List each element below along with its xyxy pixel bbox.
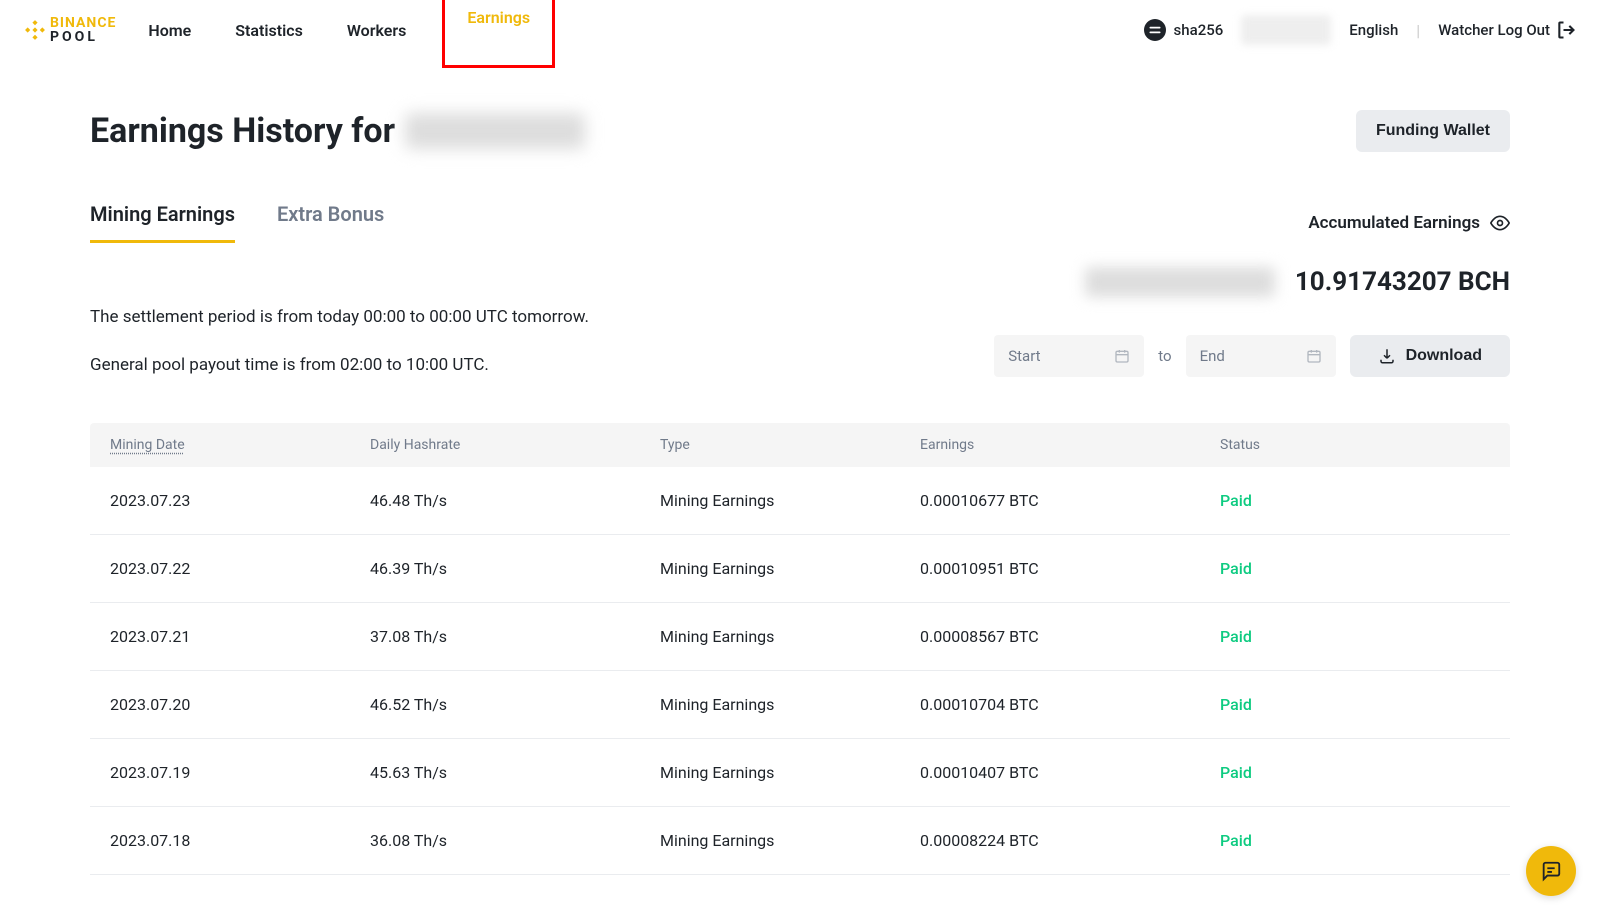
cell-hashrate: 46.48 Th/s — [370, 491, 660, 510]
algo-label: sha256 — [1174, 21, 1224, 39]
calendar-icon — [1306, 348, 1322, 364]
accumulated-earnings: Accumulated Earnings — [1308, 213, 1510, 233]
cell-type: Mining Earnings — [660, 763, 920, 782]
cell-date: 2023.07.22 — [110, 559, 370, 578]
logo-text-top: BINANCE — [50, 16, 116, 30]
info-controls-row: The settlement period is from today 00:0… — [90, 307, 1510, 403]
funding-wallet-button[interactable]: Funding Wallet — [1356, 110, 1510, 152]
cell-status: Paid — [1220, 491, 1370, 510]
eye-icon[interactable] — [1490, 213, 1510, 233]
cell-earnings: 0.00010677 BTC — [920, 491, 1220, 510]
main-nav: Home Statistics Workers Earnings — [140, 0, 555, 68]
accumulated-label: Accumulated Earnings — [1308, 213, 1480, 233]
start-placeholder: Start — [1008, 347, 1040, 365]
logout-label: Watcher Log Out — [1438, 21, 1550, 39]
download-label: Download — [1406, 347, 1482, 365]
title-prefix: Earnings History for — [90, 111, 395, 151]
logout-icon — [1556, 20, 1576, 40]
cell-status: Paid — [1220, 763, 1370, 782]
th-daily-hashrate: Daily Hashrate — [370, 437, 660, 453]
tab-mining-earnings[interactable]: Mining Earnings — [90, 202, 235, 243]
cell-type: Mining Earnings — [660, 491, 920, 510]
tab-extra-bonus[interactable]: Extra Bonus — [277, 202, 384, 243]
table-header: Mining Date Daily Hashrate Type Earnings… — [90, 423, 1510, 467]
cell-hashrate: 36.08 Th/s — [370, 831, 660, 850]
end-date-input[interactable]: End — [1186, 335, 1336, 377]
cell-status: Paid — [1220, 559, 1370, 578]
balance-bch: 10.91743207 BCH — [1295, 267, 1510, 297]
table-row: 2023.07.2346.48 Th/sMining Earnings0.000… — [90, 467, 1510, 535]
cell-type: Mining Earnings — [660, 831, 920, 850]
divider: | — [1416, 21, 1420, 40]
cell-hashrate: 46.52 Th/s — [370, 695, 660, 714]
balances-row: 10.91743207 BCH — [90, 267, 1510, 297]
nav-statistics[interactable]: Statistics — [227, 7, 311, 54]
cell-status: Paid — [1220, 695, 1370, 714]
table-row: 2023.07.2137.08 Th/sMining Earnings0.000… — [90, 603, 1510, 671]
chat-icon — [1540, 860, 1562, 882]
table-row: 2023.07.2046.52 Th/sMining Earnings0.000… — [90, 671, 1510, 739]
date-download-controls: Start to End Download — [994, 335, 1510, 377]
th-status: Status — [1220, 437, 1370, 453]
nav-earnings[interactable]: Earnings — [459, 0, 538, 41]
table-row: 2023.07.2246.39 Th/sMining Earnings0.000… — [90, 535, 1510, 603]
title-row: Earnings History for Funding Wallet — [90, 110, 1510, 152]
cell-date: 2023.07.20 — [110, 695, 370, 714]
nav-home[interactable]: Home — [140, 7, 199, 54]
page-title: Earnings History for — [90, 111, 585, 151]
info-text: The settlement period is from today 00:0… — [90, 307, 589, 403]
top-header: BINANCE POOL Home Statistics Workers Ear… — [0, 0, 1600, 60]
cell-type: Mining Earnings — [660, 695, 920, 714]
payout-info: General pool payout time is from 02:00 t… — [90, 355, 589, 375]
table-body: 2023.07.2346.48 Th/sMining Earnings0.000… — [90, 467, 1510, 875]
cell-date: 2023.07.21 — [110, 627, 370, 646]
balance-btc-redacted — [1085, 267, 1275, 297]
logo-text-bot: POOL — [50, 30, 116, 44]
table-row: 2023.07.1836.08 Th/sMining Earnings0.000… — [90, 807, 1510, 875]
language-selector[interactable]: English — [1349, 21, 1398, 39]
download-button[interactable]: Download — [1350, 335, 1510, 377]
cell-earnings: 0.00010704 BTC — [920, 695, 1220, 714]
start-date-input[interactable]: Start — [994, 335, 1144, 377]
cell-status: Paid — [1220, 627, 1370, 646]
to-label: to — [1158, 347, 1171, 365]
download-icon — [1378, 347, 1396, 365]
cell-hashrate: 37.08 Th/s — [370, 627, 660, 646]
algo-selector[interactable]: sha256 — [1144, 19, 1224, 41]
algo-icon — [1144, 19, 1166, 41]
cell-earnings: 0.00010951 BTC — [920, 559, 1220, 578]
earnings-tabs: Mining Earnings Extra Bonus — [90, 202, 384, 243]
th-earnings: Earnings — [920, 437, 1220, 453]
cell-hashrate: 45.63 Th/s — [370, 763, 660, 782]
cell-type: Mining Earnings — [660, 627, 920, 646]
tabs-row: Mining Earnings Extra Bonus Accumulated … — [90, 202, 1510, 243]
table-row: 2023.07.1945.63 Th/sMining Earnings0.000… — [90, 739, 1510, 807]
th-mining-date[interactable]: Mining Date — [110, 437, 370, 453]
th-type: Type — [660, 437, 920, 453]
calendar-icon — [1114, 348, 1130, 364]
cell-status: Paid — [1220, 831, 1370, 850]
cell-hashrate: 46.39 Th/s — [370, 559, 660, 578]
username-redacted — [405, 113, 585, 149]
earnings-highlight: Earnings — [442, 0, 555, 68]
cell-type: Mining Earnings — [660, 559, 920, 578]
end-placeholder: End — [1200, 347, 1225, 365]
cell-date: 2023.07.19 — [110, 763, 370, 782]
logo[interactable]: BINANCE POOL — [24, 16, 116, 44]
header-right: sha256 English | Watcher Log Out — [1144, 15, 1576, 45]
earnings-table: Mining Date Daily Hashrate Type Earnings… — [90, 423, 1510, 875]
settlement-info: The settlement period is from today 00:0… — [90, 307, 589, 327]
binance-logo-icon — [24, 19, 46, 41]
user-account-redacted[interactable] — [1241, 15, 1331, 45]
cell-date: 2023.07.18 — [110, 831, 370, 850]
logout-button[interactable]: Watcher Log Out — [1438, 20, 1576, 40]
nav-workers[interactable]: Workers — [339, 7, 415, 54]
cell-earnings: 0.00010407 BTC — [920, 763, 1220, 782]
cell-date: 2023.07.23 — [110, 491, 370, 510]
chat-fab[interactable] — [1526, 846, 1576, 896]
cell-earnings: 0.00008224 BTC — [920, 831, 1220, 850]
cell-earnings: 0.00008567 BTC — [920, 627, 1220, 646]
